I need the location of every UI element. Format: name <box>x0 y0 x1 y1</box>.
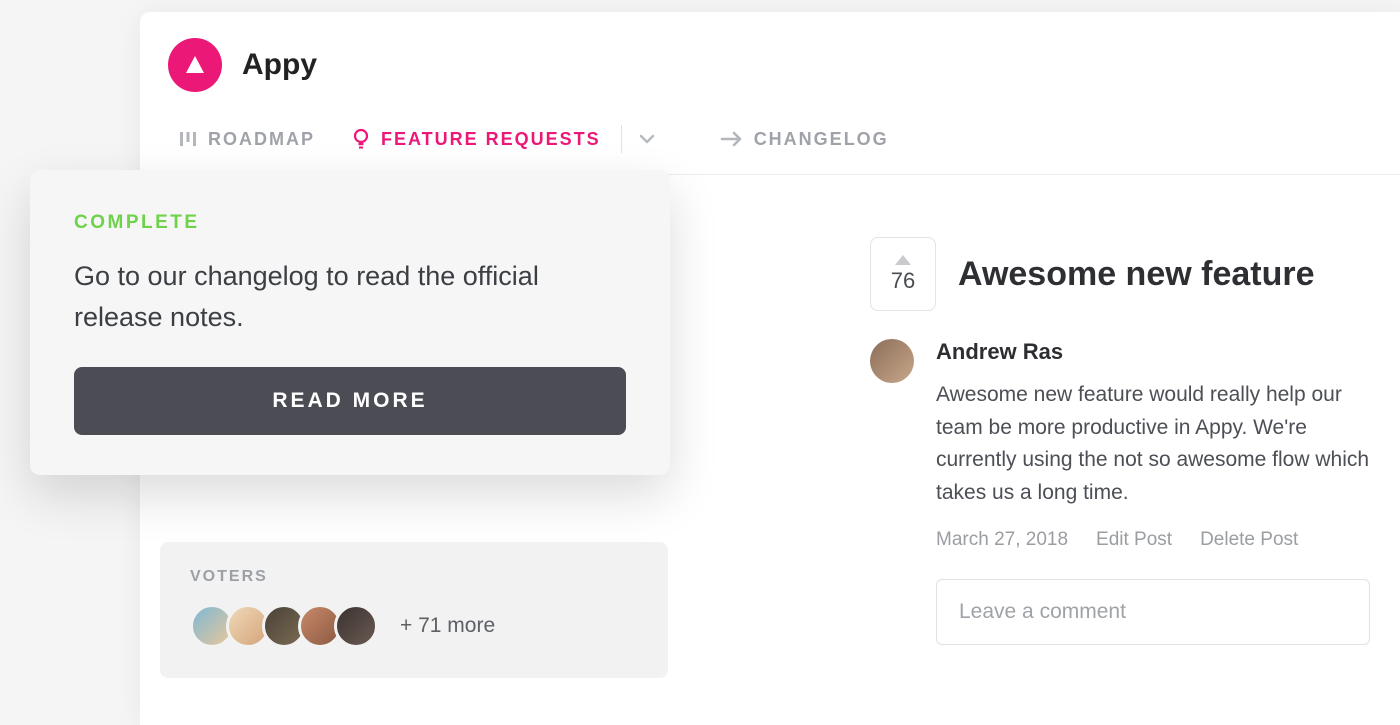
tab-divider <box>621 125 622 153</box>
app-logo <box>168 38 222 92</box>
read-more-button[interactable]: READ MORE <box>74 367 626 435</box>
status-badge: COMPLETE <box>74 212 626 234</box>
vote-count: 76 <box>891 268 915 294</box>
roadmap-icon <box>178 129 198 149</box>
triangle-up-icon <box>183 53 207 77</box>
feature-author-section: Andrew Ras Awesome new feature would rea… <box>870 339 1370 645</box>
lightbulb-icon <box>351 128 371 150</box>
app-title: Appy <box>242 48 317 82</box>
feature-title: Awesome new feature <box>958 255 1315 294</box>
feature-header: 76 Awesome new feature <box>870 237 1370 311</box>
voters-card: VOTERS + 71 more <box>160 542 668 678</box>
arrow-right-icon <box>720 130 744 148</box>
tab-feature-requests-label: FEATURE REQUESTS <box>381 129 601 150</box>
tab-roadmap[interactable]: ROADMAP <box>162 123 331 156</box>
voter-avatar-stack <box>190 604 378 648</box>
author-name: Andrew Ras <box>936 339 1370 365</box>
feature-content: Andrew Ras Awesome new feature would rea… <box>936 339 1370 645</box>
voters-label: VOTERS <box>190 568 640 586</box>
tab-dropdown-toggle[interactable] <box>630 130 670 148</box>
author-avatar <box>870 339 914 383</box>
chevron-down-icon <box>638 130 656 148</box>
feature-meta-row: March 27, 2018 Edit Post Delete Post <box>936 529 1370 551</box>
voter-avatar[interactable] <box>334 604 378 648</box>
complete-description: Go to our changelog to read the official… <box>74 256 626 337</box>
feature-date: March 27, 2018 <box>936 529 1068 551</box>
complete-card: COMPLETE Go to our changelog to read the… <box>30 170 670 475</box>
caret-up-icon <box>894 254 912 266</box>
tab-changelog-label: CHANGELOG <box>754 129 889 150</box>
tab-feature-requests[interactable]: FEATURE REQUESTS <box>335 122 617 156</box>
tab-roadmap-label: ROADMAP <box>208 129 315 150</box>
app-header: Appy <box>140 12 1400 102</box>
more-voters-text[interactable]: + 71 more <box>400 614 495 638</box>
edit-post-link[interactable]: Edit Post <box>1096 529 1172 551</box>
vote-button[interactable]: 76 <box>870 237 936 311</box>
voters-row: + 71 more <box>190 604 640 648</box>
feature-body: Awesome new feature would really help ou… <box>936 379 1370 509</box>
delete-post-link[interactable]: Delete Post <box>1200 529 1298 551</box>
tab-bar: ROADMAP FEATURE REQUESTS CHANGELOG <box>140 102 1400 175</box>
feature-detail-panel: 76 Awesome new feature Andrew Ras Awesom… <box>870 237 1370 645</box>
comment-input[interactable] <box>936 579 1370 645</box>
tab-changelog[interactable]: CHANGELOG <box>704 123 905 156</box>
